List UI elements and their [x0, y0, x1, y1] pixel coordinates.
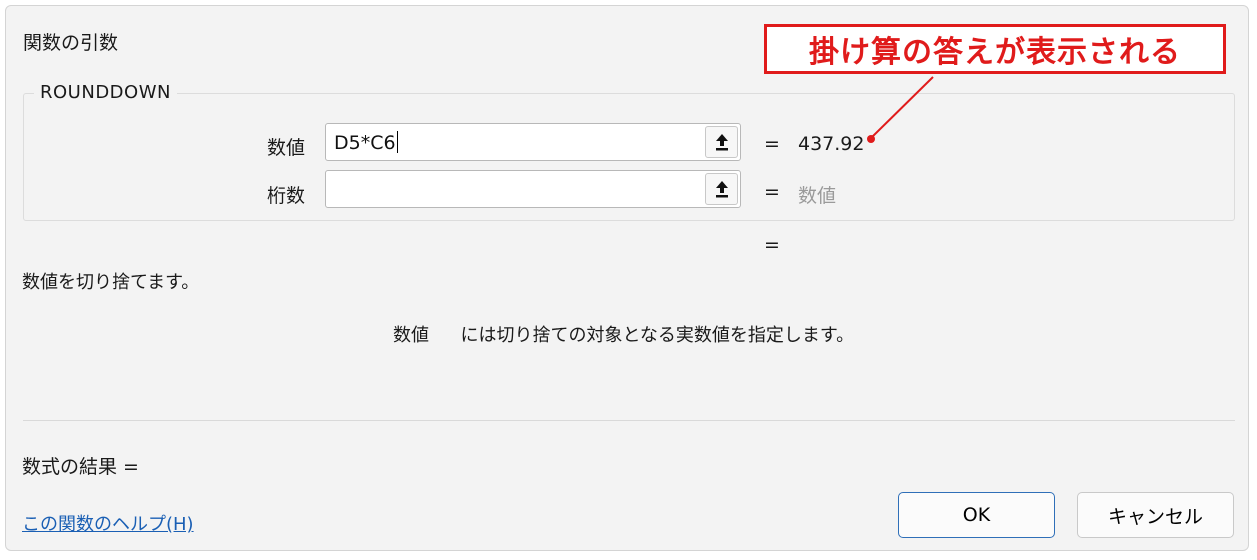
arg-label-digits: 桁数	[266, 185, 305, 207]
function-description: 数値を切り捨てます。	[22, 272, 200, 293]
arg-result-number: 437.92	[798, 133, 865, 155]
function-arguments-dialog: 関数の引数 ROUNDDOWN 数値 D5*C6 = 437.92 桁数 = 数…	[5, 5, 1249, 551]
ref-select-button-number[interactable]	[705, 126, 738, 158]
ok-button[interactable]: OK	[898, 492, 1055, 538]
arg-description-text: には切り捨ての対象となる実数値を指定します。	[460, 325, 855, 346]
annotation-callout: 掛け算の答えが表示される	[764, 24, 1226, 74]
arg-input-number[interactable]: D5*C6	[325, 123, 741, 161]
divider	[23, 420, 1235, 421]
function-name: ROUNDDOWN	[34, 82, 177, 103]
dialog-title: 関数の引数	[23, 32, 119, 54]
arg-label-number: 数値	[266, 137, 305, 159]
collapse-dialog-arrow-up-icon	[715, 134, 728, 151]
arg-result-digits: 数値	[798, 185, 837, 207]
arg-input-digits[interactable]	[325, 170, 741, 208]
cancel-button[interactable]: キャンセル	[1077, 492, 1234, 538]
arg-description: 数値 には切り捨ての対象となる実数値を指定します。	[393, 321, 854, 347]
arg-equals-number: =	[764, 133, 780, 155]
arg-input-number-value: D5*C6	[334, 131, 398, 154]
formula-result-label: 数式の結果 =	[22, 456, 139, 478]
overall-equals: =	[764, 234, 780, 256]
collapse-dialog-arrow-up-icon	[715, 181, 728, 198]
arg-equals-digits: =	[764, 181, 780, 203]
ref-select-button-digits[interactable]	[705, 173, 738, 205]
function-help-link[interactable]: この関数のヘルプ(H)	[22, 510, 194, 536]
arg-description-name: 数値	[393, 325, 429, 346]
